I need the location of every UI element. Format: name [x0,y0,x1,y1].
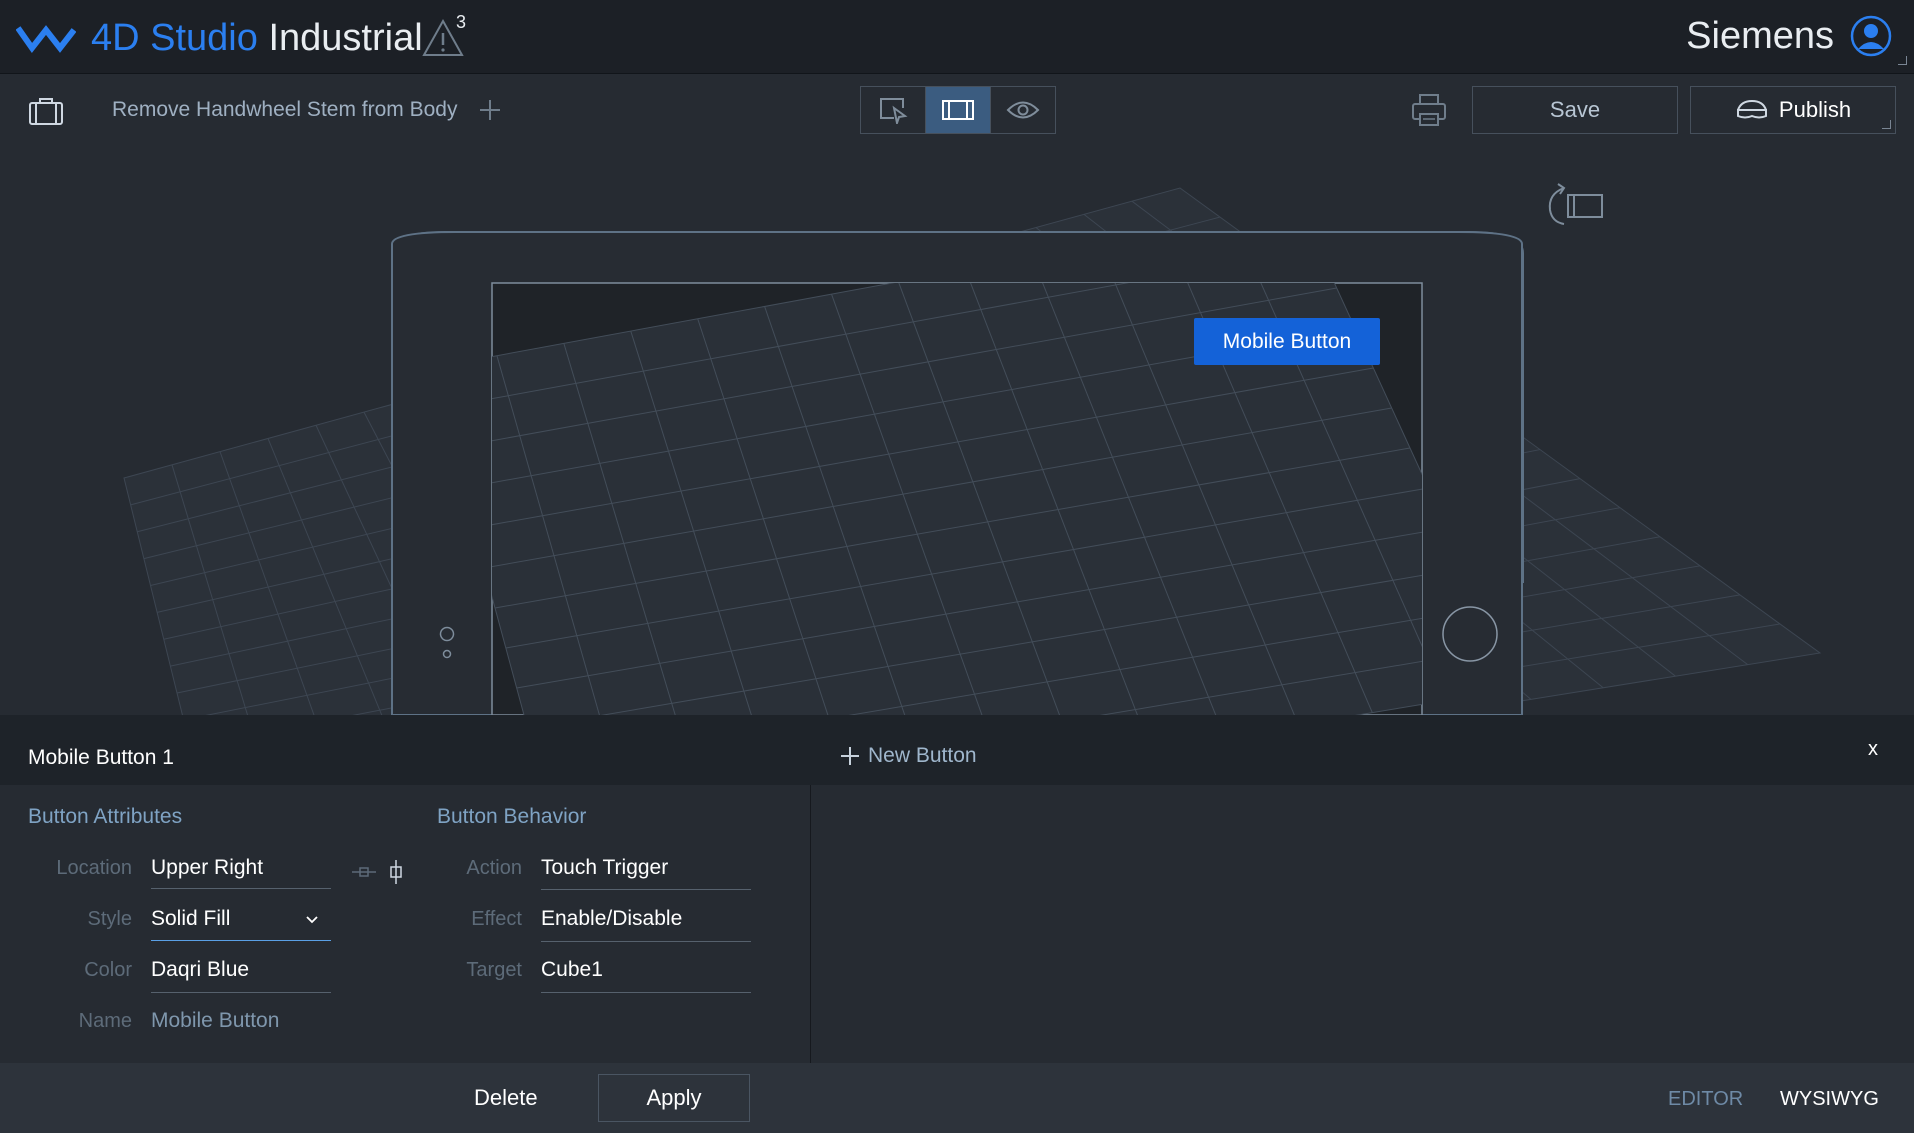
behavior-section-title: Button Behavior [437,805,587,828]
app-product: Industrial [268,17,423,59]
action-field[interactable]: Touch Trigger [541,850,751,890]
color-field[interactable]: Daqri Blue [151,952,331,992]
style-underline [151,940,331,941]
briefcase-icon[interactable] [28,96,64,126]
preview-eye-icon [1006,101,1040,119]
color-label: Color [84,959,132,981]
alert-count-badge: 3 [456,12,467,32]
panel-divider [810,785,811,1063]
style-label: Style [87,908,132,930]
effect-label: Effect [471,908,522,930]
target-label: Target [466,959,522,981]
film-mode-button[interactable] [926,87,991,133]
view-mode-switcher [860,86,1056,134]
scene-canvas [123,187,1822,715]
panel-title: Mobile Button 1 [28,746,174,769]
effect-field[interactable]: Enable/Disable [541,901,751,941]
plus-icon [841,747,859,765]
tab-editor[interactable]: EDITOR [1668,1088,1743,1111]
chevron-down-icon[interactable] [305,915,319,925]
style-select[interactable]: Solid Fill [151,901,331,941]
location-label: Location [56,857,132,879]
name-field[interactable]: Mobile Button [151,1003,351,1043]
preview-mode-button[interactable] [991,87,1055,133]
publish-button[interactable]: Publish [1690,86,1896,134]
effect-underline [541,941,751,942]
location-field[interactable]: Upper Right [151,850,331,890]
select-mode-button[interactable] [861,87,926,133]
user-avatar-icon[interactable] [1850,15,1892,57]
add-step-icon[interactable] [478,98,502,122]
mobile-button-preview[interactable]: Mobile Button [1194,318,1380,365]
name-label: Name [78,1010,132,1032]
delete-button[interactable]: Delete [474,1085,538,1111]
target-field[interactable]: Cube1 [541,952,751,992]
save-button[interactable]: Save [1472,86,1678,134]
tab-wysiwyg[interactable]: WYSIWYG [1780,1088,1879,1111]
new-button-action[interactable]: New Button [840,744,977,768]
app-title: 4D Studio Industrial [91,16,423,60]
publish-headset-icon [1736,99,1767,119]
select-mode-icon [880,98,908,124]
color-underline [151,992,331,993]
app-brand: 4D Studio [91,17,258,59]
location-underline [151,888,331,889]
panel-footer [0,1063,1914,1133]
scene-viewport[interactable] [0,148,1914,715]
film-mode-icon [942,100,974,120]
organization-name[interactable]: Siemens [1686,14,1834,58]
target-underline [541,992,751,993]
resize-corner-icon [1898,56,1907,65]
action-underline [541,889,751,890]
daqri-logo-icon[interactable] [16,22,76,54]
close-panel-button[interactable]: x [1868,738,1878,761]
action-label: Action [466,857,522,879]
new-button-label: New Button [868,744,977,767]
publish-label: Publish [1778,97,1852,122]
apply-button[interactable]: Apply [598,1074,750,1122]
attributes-section-title: Button Attributes [28,805,183,828]
alignment-toggle-icon[interactable] [352,860,404,884]
scene-name[interactable]: Remove Handwheel Stem from Body [112,98,458,122]
printer-icon[interactable] [1410,92,1448,128]
resize-corner-icon [1882,120,1891,129]
rotate-device-icon[interactable] [1544,182,1608,228]
